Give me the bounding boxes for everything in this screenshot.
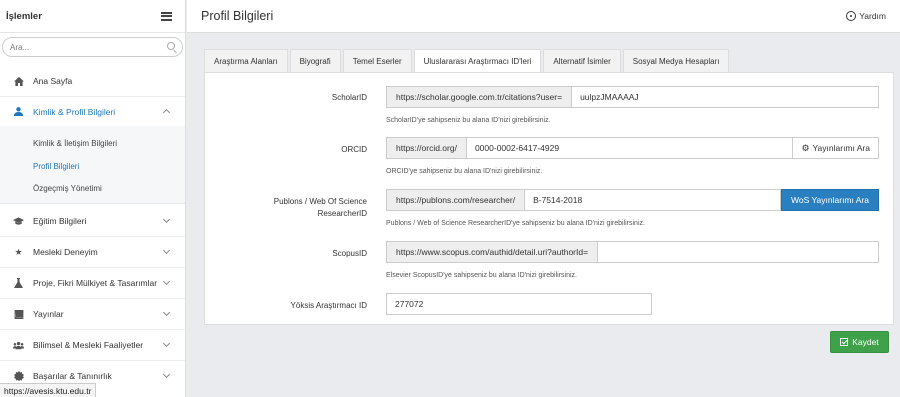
scopus-help: Elsevier ScopusID'ye sahipseniz bu alana… [386,272,577,279]
publons-id-field[interactable]: B-7514-2018 [525,189,782,211]
wos-search-button[interactable]: WoS Yayınlarımı Ara [781,189,879,211]
publons-help: Publons / Web of Science ResearcherID'ye… [386,220,645,227]
page-title: Profil Bilgileri [201,9,274,23]
tab-international-ids[interactable]: Uluslararası Araştırmacı ID'leri [413,49,542,73]
yoksis-id-field[interactable]: 277072 [386,293,652,315]
scholar-prefix: https://scholar.google.com.tr/citations?… [386,86,573,108]
scopus-label: ScopusID [332,249,367,258]
sidebar-item-publications[interactable]: Yayınlar [0,299,185,329]
publons-label: Publons / Web Of Science ResearcherID [197,196,367,220]
scholar-id-field[interactable]: uulpzJMAAAAJ [572,86,879,108]
chevron-up-icon [162,108,171,117]
help-label: Yardım [859,11,886,21]
orcid-id-field[interactable]: 0000-0002-6417-4929 [466,137,794,159]
tab-key-works[interactable]: Temel Eserler [342,49,412,72]
sub-item-cv-management[interactable]: Özgeçmiş Yönetimi [33,184,102,193]
sidebar-item-label: Ana Sayfa [33,76,73,86]
hamburger-menu-icon[interactable] [161,11,172,21]
tab-biography[interactable]: Biyografi [289,49,341,72]
sidebar-title: İşlemler [6,10,42,22]
tab-social-media[interactable]: Sosyal Medya Hesapları [622,49,730,72]
badge-icon [13,371,24,381]
scholar-input-group: https://scholar.google.com.tr/citations?… [386,86,879,108]
sidebar-item-label: Kimlik & Profil Bilgileri [33,106,116,117]
sidebar-item-projects[interactable]: Proje, Fikri Mülkiyet & Tasarımlar [0,268,185,298]
tab-research-areas[interactable]: Araştırma Alanları [204,49,288,72]
publons-prefix: https://publons.com/researcher/ [386,189,526,211]
users-icon [13,341,24,350]
checkbox-check-icon [840,338,849,346]
sidebar-item-label: Yayınlar [33,309,64,319]
chevron-down-icon [162,215,171,224]
flask-icon [13,278,24,288]
graduation-cap-icon [13,216,24,226]
publons-label-line2: ResearcherID [317,209,367,218]
sidebar-item-label: Bilimsel & Mesleki Faaliyetler [33,340,144,350]
sidebar-item-identity-profile[interactable]: Kimlik & Profil Bilgileri [0,97,185,127]
sidebar-item-education[interactable]: Eğitim Bilgileri [0,206,185,236]
home-icon [13,76,24,86]
submenu-identity-profile: Kimlik & İletişim Bilgileri Profil Bilgi… [0,126,185,204]
search-icon[interactable] [167,42,175,50]
sidebar-search [2,37,183,57]
scopus-prefix: https://www.scopus.com/authid/detail.uri… [386,241,599,263]
publons-label-line1: Publons / Web Of Science [273,197,367,206]
scopus-id-field[interactable] [598,241,879,263]
sidebar-item-label: Başarılar & Tanınırlık [33,371,112,381]
sidebar: İşlemler Ana Sayfa Kimlik & Profil Bilgi… [0,0,186,397]
save-label: Kaydet [852,337,879,347]
chevron-down-icon [162,370,171,379]
yoksis-label: Yöksis Araştırmacı ID [290,301,367,310]
orcid-input-group: https://orcid.org/ 0000-0002-6417-4929 ⚙… [386,137,879,159]
publons-input-group: https://publons.com/researcher/ B-7514-2… [386,189,879,211]
book-icon [13,309,24,319]
user-icon [13,107,24,116]
sub-item-profile-info[interactable]: Profil Bilgileri [33,162,79,171]
scholar-help: ScholarID'ye sahipseniz bu alana ID'nizi… [386,117,551,124]
sidebar-item-label: Proje, Fikri Mülkiyet & Tasarımlar [33,278,158,288]
scholar-label: ScholarID [331,93,367,102]
ids-form-panel: ScholarID https://scholar.google.com.tr/… [204,72,894,325]
profile-tabs: Araştırma Alanları Biyografi Temel Eserl… [204,49,731,73]
orcid-help: ORCID'ye sahipseniz bu alana ID'nizi gir… [386,168,543,175]
search-input[interactable] [3,42,153,52]
orcid-search-button[interactable]: ⚙ Yayınlarımı Ara [793,137,879,159]
chevron-down-icon [162,277,171,286]
orcid-label: ORCID [341,145,367,154]
sidebar-item-label: Mesleki Deneyim [33,247,98,257]
sidebar-item-experience[interactable]: ★ Mesleki Deneyim [0,237,185,267]
sidebar-item-home[interactable]: Ana Sayfa [0,66,185,96]
sidebar-item-label: Eğitim Bilgileri [33,216,87,226]
chevron-down-icon [162,339,171,348]
tab-alternative-names[interactable]: Alternatif İsimler [543,49,621,72]
chevron-down-icon [162,308,171,317]
chevron-down-icon [162,246,171,255]
scopus-input-group: https://www.scopus.com/authid/detail.uri… [386,241,879,263]
help-link[interactable]: Yardım [846,11,886,21]
life-ring-icon [846,11,857,21]
save-button[interactable]: Kaydet [830,331,889,353]
sidebar-header: İşlemler [0,0,185,33]
orcid-search-label: Yayınlarımı Ara [812,143,870,153]
sidebar-item-activities[interactable]: Bilimsel & Mesleki Faaliyetler [0,330,185,360]
sub-item-identity-contact[interactable]: Kimlik & İletişim Bilgileri [33,139,117,148]
gear-icon: ⚙ [801,142,810,153]
browser-status-bar: https://avesis.ktu.edu.tr [0,383,97,397]
orcid-prefix: https://orcid.org/ [386,137,467,159]
top-bar: Profil Bilgileri Yardım [187,0,900,33]
yoksis-input-group: 277072 [386,293,652,315]
star-icon: ★ [14,246,23,257]
